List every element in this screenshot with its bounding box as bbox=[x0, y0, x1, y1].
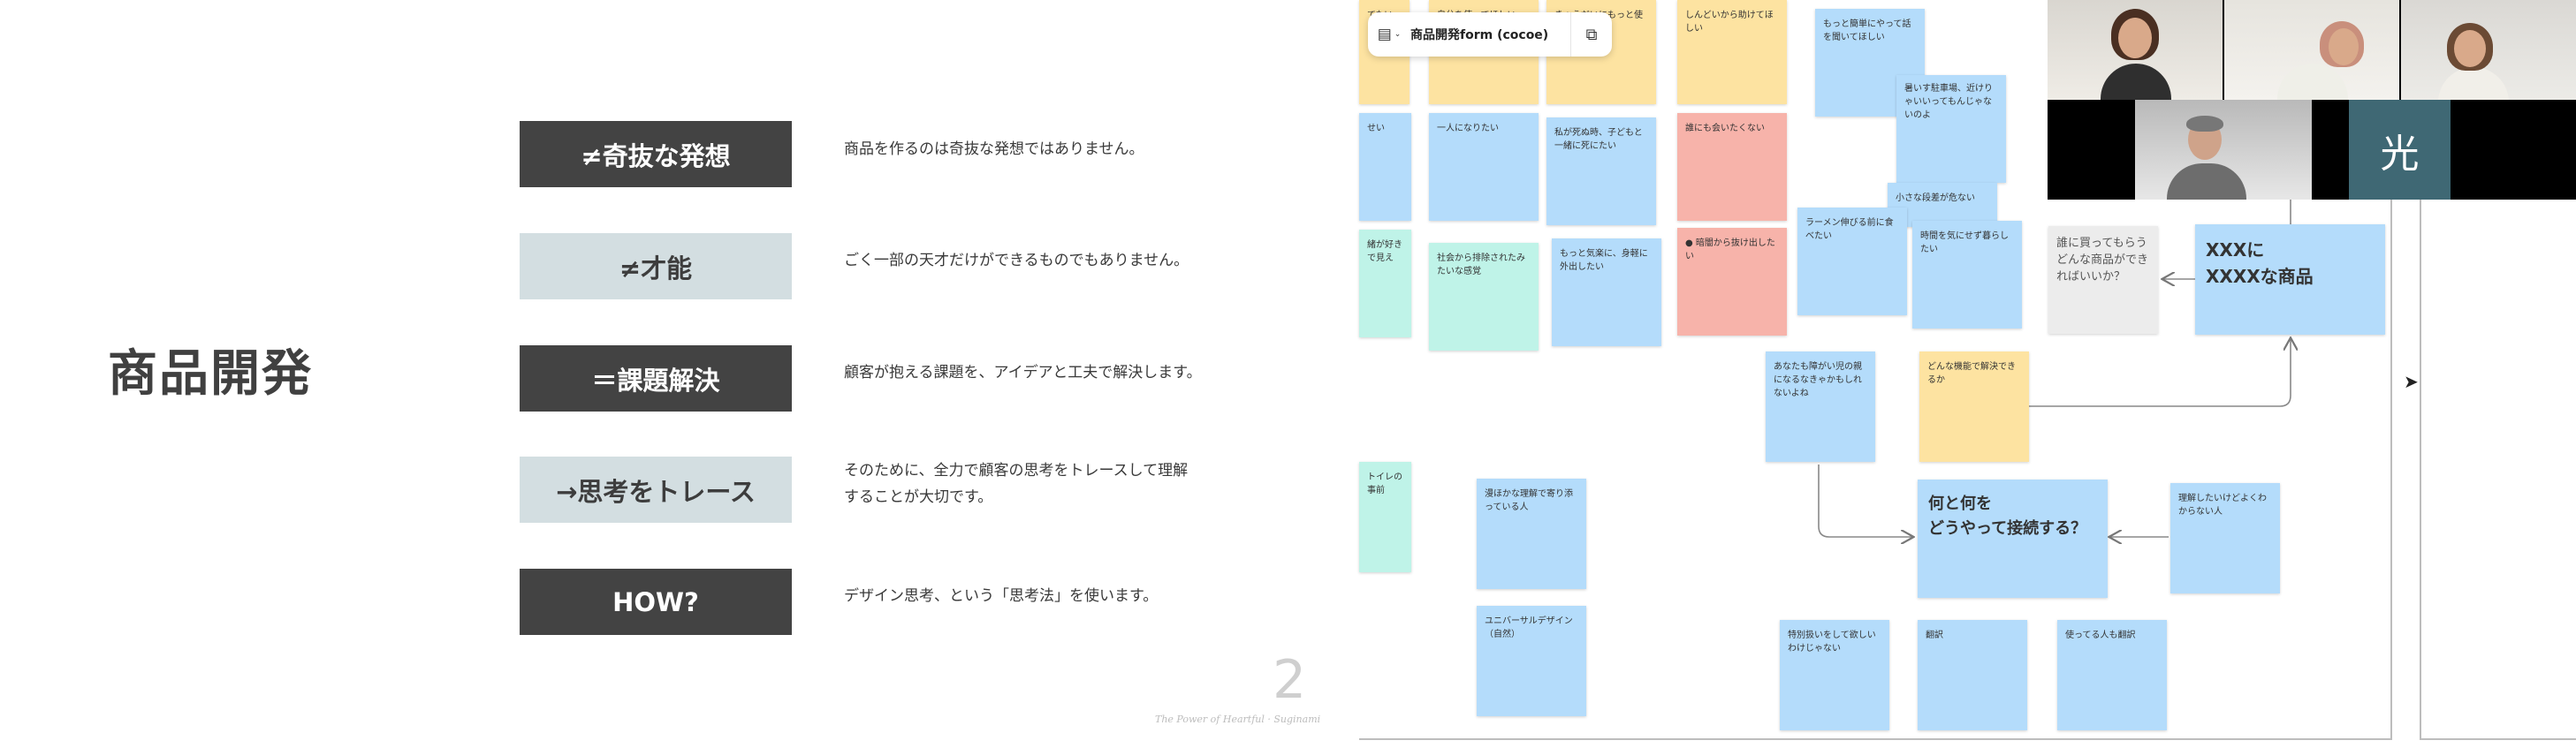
copy-icon[interactable]: ⧉ bbox=[1570, 12, 1612, 57]
sticky-note[interactable]: どんな機能で解決できるか bbox=[1919, 351, 2029, 462]
sticky-note[interactable]: 何と何を どうやって接続する？ bbox=[1918, 480, 2108, 598]
sticky-note[interactable]: 翻訳 bbox=[1918, 620, 2027, 730]
sticky-note[interactable]: XXXに XXXXな商品 bbox=[2195, 224, 2385, 335]
sticky-note[interactable]: ● 暗闇から抜け出したい bbox=[1677, 228, 1787, 336]
board-menu-icon[interactable]: ▤ ⌄ bbox=[1368, 12, 1410, 57]
sticky-note[interactable]: 暑いす駐車場、近けりゃいいってもんじゃないのよ bbox=[1896, 75, 2006, 183]
sticky-note[interactable]: トイレの事前 bbox=[1359, 462, 1411, 572]
sticky-note[interactable]: 漫ほかな理解で寄り添っている人 bbox=[1477, 479, 1586, 589]
arrow-to-product bbox=[2029, 339, 2291, 407]
sticky-note[interactable]: 緒が好きで見え bbox=[1359, 230, 1411, 337]
participant-video-4[interactable] bbox=[2135, 100, 2312, 200]
participant-video-1[interactable] bbox=[2048, 0, 2223, 100]
sticky-note[interactable]: 使ってる人も翻訳 bbox=[2057, 620, 2167, 730]
sticky-note[interactable]: ユニバーサルデザイン（自然） bbox=[1477, 606, 1586, 716]
board-toolbar: ▤ ⌄ 商品開発form (cocoe) ⧉ bbox=[1368, 12, 1612, 57]
sticky-note[interactable]: 理解したいけどよくわからない人 bbox=[2170, 483, 2280, 593]
mouse-cursor-icon: ➤ bbox=[2404, 371, 2419, 392]
sticky-note[interactable]: しんどいから助けてほしい bbox=[1677, 0, 1787, 104]
sticky-note[interactable]: 時間を気にせず暮らしたい bbox=[1912, 221, 2022, 329]
board-title[interactable]: 商品開発form (cocoe) bbox=[1410, 26, 1570, 43]
sticky-note[interactable]: 誰にも会いたくない bbox=[1677, 113, 1787, 221]
sticky-note[interactable]: もっと気楽に、身軽に外出したい bbox=[1552, 238, 1661, 346]
sticky-note[interactable]: 社会から排除されたみたいな感覚 bbox=[1429, 243, 1539, 351]
sticky-note[interactable]: 特別扱いをして欲しいわけじゃない bbox=[1780, 620, 1889, 730]
sticky-note[interactable]: ラーメン伸びる前に食べたい bbox=[1797, 208, 1907, 315]
participant-video-2[interactable] bbox=[2224, 0, 2399, 100]
sticky-note[interactable]: 一人になりたい bbox=[1429, 113, 1539, 221]
sticky-note[interactable]: せい bbox=[1359, 113, 1411, 221]
sticky-note[interactable]: 誰に買ってもらうどんな商品ができればいいか？ bbox=[2048, 226, 2158, 334]
participant-avatar-tile[interactable]: 光 bbox=[2349, 100, 2451, 200]
sticky-note[interactable]: あなたも障がい児の親になるなきゃかもしれないよね bbox=[1766, 351, 1875, 462]
participant-video-3[interactable] bbox=[2401, 0, 2576, 100]
avatar-initial: 光 bbox=[2380, 131, 2420, 177]
arrow-to-connect bbox=[1818, 465, 1912, 537]
sticky-note[interactable]: 私が死ぬ時、子どもと一緒に死にたい bbox=[1546, 117, 1656, 225]
